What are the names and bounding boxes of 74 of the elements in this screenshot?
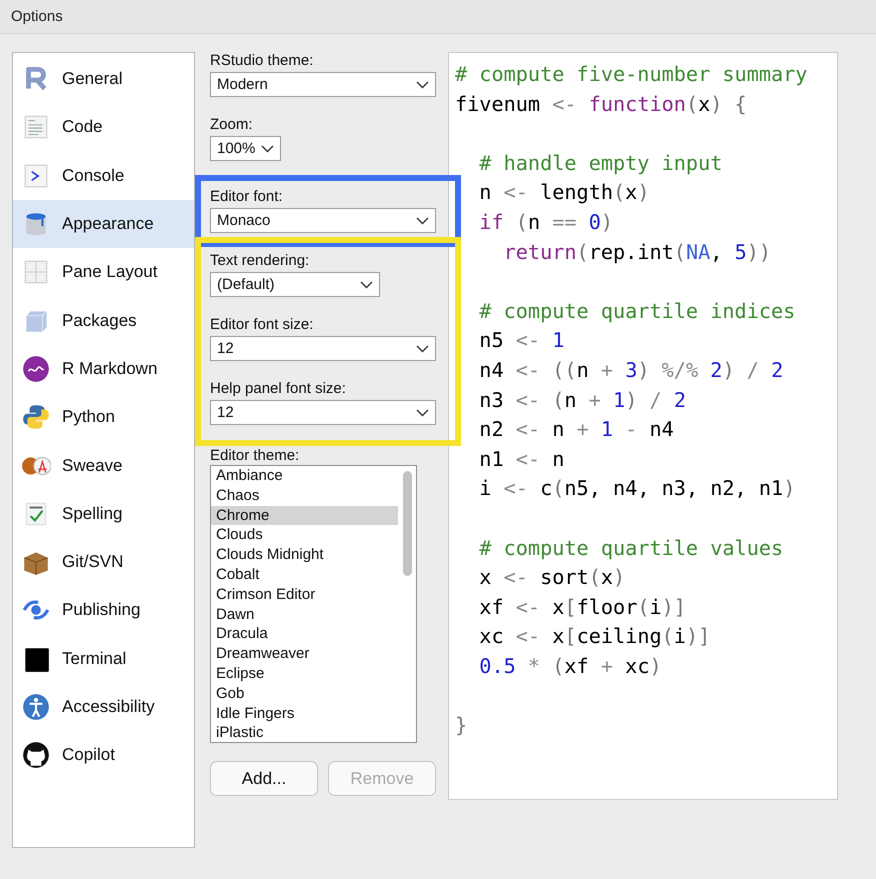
theme-list[interactable]: Ambiance Chaos Chrome Clouds Clouds Midnight Cobalt Crimson Editor Dawn Dracula Dreamweaver Eclipse Gob Idle Fingers iPlastic (210, 465, 417, 743)
chevron-icon (416, 344, 429, 352)
sidebar-item[interactable]: Publishing (13, 586, 194, 635)
code-line: # handle empty input (478, 150, 724, 177)
chevron-icon (360, 280, 373, 288)
code-line: # compute five-number summary (455, 61, 808, 88)
dropdown[interactable]: (Default) (210, 272, 380, 297)
chevron-icon (416, 408, 429, 416)
list-item[interactable]: Gob (211, 684, 398, 704)
wave-circle-icon (21, 354, 51, 384)
code-line: x <- sort(x) (478, 564, 626, 592)
code-line: # compute quartile values (478, 534, 784, 562)
field-label: Editor font: (210, 188, 284, 206)
list-item[interactable]: Cobalt (211, 564, 398, 585)
sidebar-item[interactable]: Terminal (13, 634, 194, 683)
sidebar-item[interactable]: Git/SVN (13, 538, 194, 586)
code-line: n <- length(x) (478, 179, 650, 206)
code-line: 0.5 * (xf + xc) (478, 652, 663, 680)
sidebar-item[interactable]: Spelling (13, 490, 194, 538)
list-item[interactable]: Eclipse (211, 664, 398, 684)
dropdown[interactable]: 100% (210, 136, 282, 161)
list-item[interactable]: Dracula (211, 624, 398, 644)
field-label: Editor font size: (210, 316, 314, 334)
list-item[interactable]: Dawn (211, 604, 398, 624)
code-line: n1 <- n (478, 446, 566, 473)
cat-circle-icon (21, 740, 51, 770)
code-line: n5 <- 1 (478, 327, 566, 354)
list-item[interactable]: Crimson Editor (211, 584, 398, 605)
code-line: xc <- x[ceiling(i)] (478, 623, 712, 650)
chevron-icon (416, 80, 429, 88)
code-line: } (455, 712, 468, 740)
list-item[interactable]: Dreamweaver (211, 644, 398, 664)
sidebar-item[interactable]: Sweave (13, 441, 194, 490)
sidebar-item[interactable]: Packages (13, 296, 194, 345)
chevron-icon (261, 144, 274, 152)
chevron-icon (416, 216, 429, 224)
window-title: Options (11, 8, 63, 25)
field-label: Help panel font size: (210, 380, 347, 398)
dropdown[interactable]: 12 (210, 336, 436, 361)
list-item[interactable]: Clouds (211, 525, 398, 546)
field-label: RStudio theme: (210, 52, 314, 70)
dropdown[interactable]: Monaco (210, 208, 436, 233)
scrollbar-thumb[interactable] (402, 471, 412, 576)
list-item[interactable]: Clouds Midnight (211, 545, 398, 565)
add-button[interactable]: Add... (210, 761, 318, 796)
list-item[interactable]: Ambiance (211, 466, 398, 486)
code-line: n4 <- ((n + 3) %/% 2) / 2 (478, 356, 784, 384)
sidebar-item[interactable]: Accessibility (13, 682, 194, 732)
code-line: n2 <- n + 1 - n4 (478, 416, 675, 444)
field-label: Text rendering: (210, 252, 310, 270)
sidebar-item[interactable]: Appearance (13, 200, 194, 248)
code-line: # compute quartile indices (478, 298, 796, 325)
sidebar-item[interactable]: Pane Layout (13, 248, 194, 296)
list-item[interactable]: iPlastic (211, 723, 398, 742)
code-line: xf <- x[floor(i)] (478, 594, 687, 621)
dropdown[interactable]: 12 (210, 400, 436, 425)
code-line: n3 <- (n + 1) / 2 (478, 386, 687, 414)
sidebar-item[interactable]: Code (13, 103, 194, 152)
code-line: if (n == 0) (478, 208, 614, 236)
sidebar-item[interactable]: R Markdown (13, 344, 194, 394)
code-line: fivenum <- function(x) { (455, 90, 748, 118)
list-item[interactable]: Chaos (211, 486, 398, 506)
code-line: return(rep.int(NA, 5)) (502, 238, 772, 266)
dropdown[interactable]: Modern (210, 72, 436, 97)
sidebar-item[interactable]: General (13, 55, 194, 104)
sidebar-item[interactable]: Python (13, 393, 194, 442)
list-item[interactable]: Idle Fingers (211, 704, 398, 724)
sidebar-item[interactable]: Copilot (13, 731, 194, 780)
sidebar-item[interactable]: Console (13, 152, 194, 200)
field-label: Zoom: (210, 116, 254, 134)
field-label: Editor theme: (210, 447, 300, 465)
list-item[interactable]: Chrome (211, 506, 398, 526)
code-line: i <- c(n5, n4, n3, n2, n1) (478, 475, 796, 502)
person-circle-icon (21, 692, 51, 722)
